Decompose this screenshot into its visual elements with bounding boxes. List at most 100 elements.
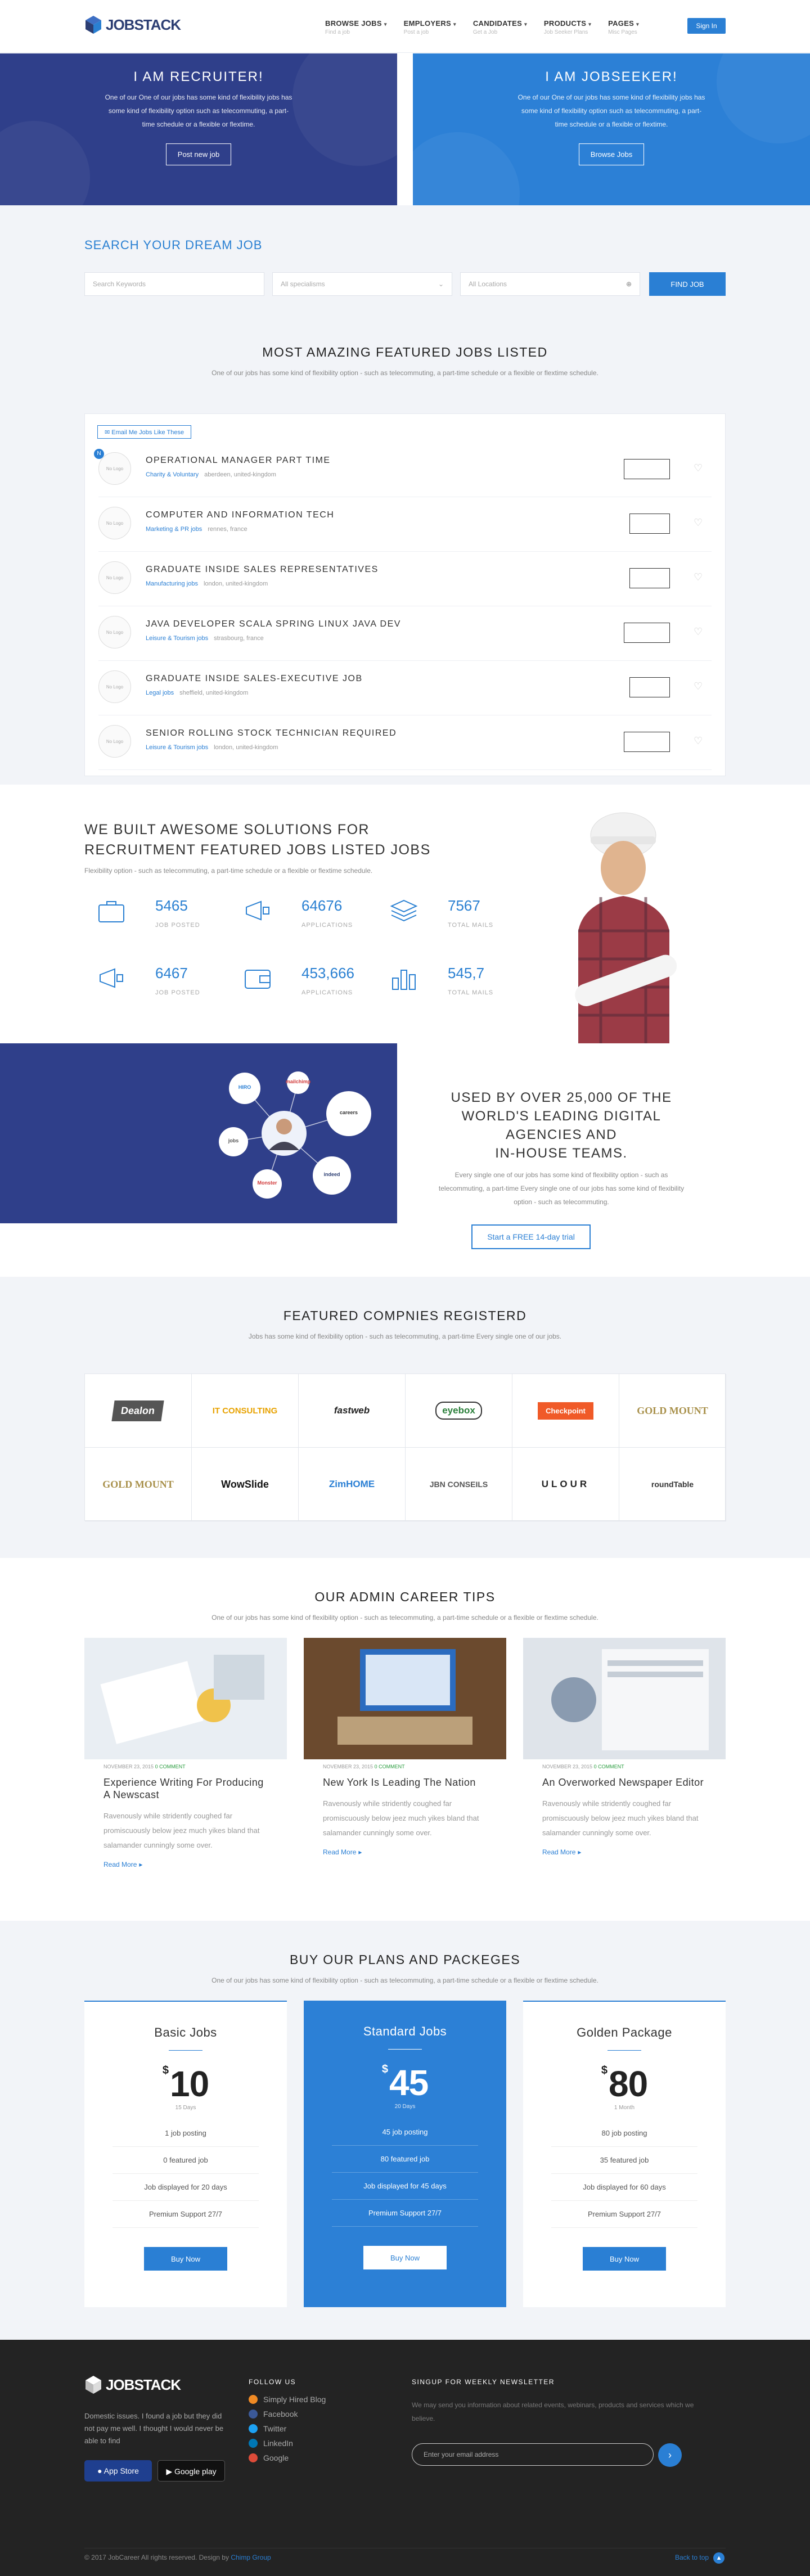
- job-row[interactable]: No Logo GRADUATE INSIDE SALES-EXECUTIVE J…: [98, 661, 712, 715]
- job-location: aberdeen, united-kingdom: [204, 471, 276, 478]
- keywords-input[interactable]: Search Keywords: [84, 272, 264, 296]
- job-type-box[interactable]: [624, 623, 670, 643]
- nav-pages[interactable]: PAGES ▾ Misc Pages: [608, 19, 639, 35]
- job-type-box[interactable]: [629, 514, 670, 534]
- email-alert-button[interactable]: ✉ Email Me Jobs Like These: [97, 425, 192, 439]
- job-category[interactable]: Leisure & Tourism jobs: [146, 635, 208, 642]
- company-logo-cell[interactable]: JBN CONSEILS: [406, 1448, 512, 1521]
- company-logo-cell[interactable]: IT CONSULTING: [192, 1374, 299, 1448]
- post-job-button[interactable]: Post new job: [165, 143, 232, 165]
- heart-icon[interactable]: ♡: [694, 626, 703, 638]
- heart-icon[interactable]: ♡: [694, 735, 703, 747]
- job-category[interactable]: Leisure & Tourism jobs: [146, 744, 208, 751]
- stat-item: 545,7 TOTAL MAILS: [389, 965, 536, 998]
- browse-jobs-button[interactable]: Browse Jobs: [578, 143, 645, 165]
- avatar-placeholder: No Logo: [106, 738, 124, 744]
- plan-price: $80: [523, 2063, 726, 2105]
- brand-logo[interactable]: JOBSTACK: [84, 15, 181, 35]
- stat-label: TOTAL MAILS: [448, 989, 494, 996]
- job-row[interactable]: No Logo JAVA DEVELOPER SCALA SPRING LINUX…: [98, 607, 712, 661]
- tip-image[interactable]: [304, 1638, 506, 1759]
- recruiter-panel: I AM RECRUITER! One of our One of our jo…: [0, 53, 397, 205]
- plan-name: Standard Jobs: [363, 2024, 447, 2038]
- back-to-top[interactable]: Back to top ▲: [675, 2552, 725, 2564]
- newsletter-email-input[interactable]: Enter your email address: [412, 2443, 654, 2466]
- locations-input[interactable]: All Locations ⊕: [460, 272, 640, 296]
- job-row[interactable]: No Logo N OPERATIONAL MANAGER PART TIME Cha…: [94, 443, 712, 497]
- chevron-down-icon: ⌄: [438, 280, 444, 288]
- job-type-box[interactable]: [624, 459, 670, 479]
- tip-title[interactable]: Experience Writing For Producing A Newsc…: [104, 1776, 272, 1801]
- read-more-link[interactable]: Read More ▸: [323, 1848, 506, 1856]
- footer-link[interactable]: Google: [249, 2453, 289, 2462]
- job-row[interactable]: No Logo SENIOR ROLLING STOCK TECHNICIAN R…: [98, 716, 712, 770]
- job-title[interactable]: OPERATIONAL MANAGER PART TIME: [146, 456, 331, 466]
- company-logo-cell[interactable]: ULOUR: [512, 1448, 619, 1521]
- heart-icon[interactable]: ♡: [694, 517, 703, 529]
- plan-feature: 45 job posting: [332, 2119, 478, 2146]
- job-row[interactable]: No Logo COMPUTER AND INFORMATION TECH Mark…: [98, 498, 712, 552]
- nav-browse-jobs[interactable]: BROWSE JOBS ▾ Find a job: [325, 19, 387, 35]
- tip-comments[interactable]: 0 COMMENT: [155, 1764, 186, 1769]
- read-more-link[interactable]: Read More ▸: [104, 1861, 287, 1868]
- googleplay-badge[interactable]: ▶ Google play: [158, 2460, 225, 2482]
- nav-products[interactable]: PRODUCTS ▾ Job Seeker Plans: [544, 19, 591, 35]
- read-more-link[interactable]: Read More ▸: [542, 1848, 726, 1856]
- newsletter-submit-button[interactable]: ›: [658, 2443, 682, 2467]
- footer-logo[interactable]: JOBSTACK: [84, 2375, 181, 2395]
- signin-button[interactable]: Sign In: [687, 18, 726, 34]
- heart-icon[interactable]: ♡: [694, 681, 703, 692]
- free-trial-button[interactable]: Start a FREE 14-day trial: [471, 1224, 591, 1249]
- job-title[interactable]: GRADUATE INSIDE SALES REPRESENTATIVES: [146, 565, 379, 575]
- buy-now-button[interactable]: Buy Now: [363, 2246, 447, 2269]
- company-logo-cell[interactable]: ZimHOME: [299, 1448, 406, 1521]
- leading-text: Every single one of our jobs has some ki…: [438, 1171, 685, 1206]
- company-logo-cell[interactable]: Checkpoint: [512, 1374, 619, 1448]
- footer-link[interactable]: Simply Hired Blog: [249, 2395, 326, 2404]
- company-logo-cell[interactable]: fastweb: [299, 1374, 406, 1448]
- tip-comments[interactable]: 0 COMMENT: [375, 1764, 405, 1769]
- heart-icon[interactable]: ♡: [694, 462, 703, 474]
- plan-feature: 35 featured job: [551, 2147, 698, 2174]
- job-category[interactable]: Manufacturing jobs: [146, 580, 198, 587]
- job-type-box[interactable]: [629, 568, 670, 588]
- company-logo-cell[interactable]: roundTable: [619, 1448, 726, 1521]
- job-category[interactable]: Legal jobs: [146, 690, 174, 696]
- heart-icon[interactable]: ♡: [694, 571, 703, 583]
- buy-now-button[interactable]: Buy Now: [583, 2247, 666, 2271]
- nav-sub: Job Seeker Plans: [543, 29, 588, 35]
- nav-employers[interactable]: EMPLOYERS ▾ Post a job: [404, 19, 456, 35]
- plan-name: Basic Jobs: [154, 2025, 217, 2039]
- job-category[interactable]: Marketing & PR jobs: [146, 526, 202, 533]
- job-title[interactable]: GRADUATE INSIDE SALES-EXECUTIVE JOB: [146, 674, 363, 684]
- job-title[interactable]: SENIOR ROLLING STOCK TECHNICIAN REQUIRED: [146, 728, 397, 738]
- company-logo-cell[interactable]: WowSlide: [192, 1448, 299, 1521]
- designer-link[interactable]: Chimp Group: [231, 2554, 271, 2561]
- company-logo-cell[interactable]: GOLD MOUNT: [85, 1448, 192, 1521]
- tip-image[interactable]: [523, 1638, 726, 1759]
- tip-title[interactable]: An Overworked Newspaper Editor: [542, 1776, 711, 1789]
- footer-link[interactable]: Twitter: [249, 2424, 286, 2433]
- job-title[interactable]: COMPUTER AND INFORMATION TECH: [146, 510, 334, 520]
- job-title[interactable]: JAVA DEVELOPER SCALA SPRING LINUX JAVA D…: [146, 619, 401, 629]
- appstore-badge[interactable]: ● App Store: [84, 2460, 152, 2482]
- find-job-button[interactable]: FIND JOB: [649, 272, 726, 296]
- company-logo-cell[interactable]: eyebox: [406, 1374, 512, 1448]
- job-row[interactable]: No Logo GRADUATE INSIDE SALES REPRESENTAT…: [98, 552, 712, 606]
- footer-link[interactable]: Facebook: [249, 2410, 298, 2419]
- company-logo-cell[interactable]: Dealon: [85, 1374, 192, 1448]
- tip-comments[interactable]: 0 COMMENT: [594, 1764, 624, 1769]
- specialisms-select[interactable]: All specialisms ⌄: [272, 272, 452, 296]
- title-line: WORLD'S LEADING DIGITAL: [461, 1109, 662, 1124]
- job-type-box[interactable]: [624, 732, 670, 752]
- tip-title[interactable]: New York Is Leading The Nation: [323, 1776, 492, 1789]
- job-category[interactable]: Charity & Voluntary: [146, 471, 199, 478]
- footer-link[interactable]: LinkedIn: [249, 2439, 293, 2448]
- job-type-box[interactable]: [629, 677, 670, 697]
- partner-logo: jobs: [228, 1138, 239, 1143]
- company-logo-cell[interactable]: GOLD MOUNT: [619, 1374, 726, 1448]
- nav-candidates[interactable]: CANDIDATES ▾ Get a Job: [473, 19, 527, 35]
- tip-image[interactable]: [84, 1638, 287, 1759]
- chevron-down-icon: ▾: [453, 21, 456, 27]
- buy-now-button[interactable]: Buy Now: [144, 2247, 227, 2271]
